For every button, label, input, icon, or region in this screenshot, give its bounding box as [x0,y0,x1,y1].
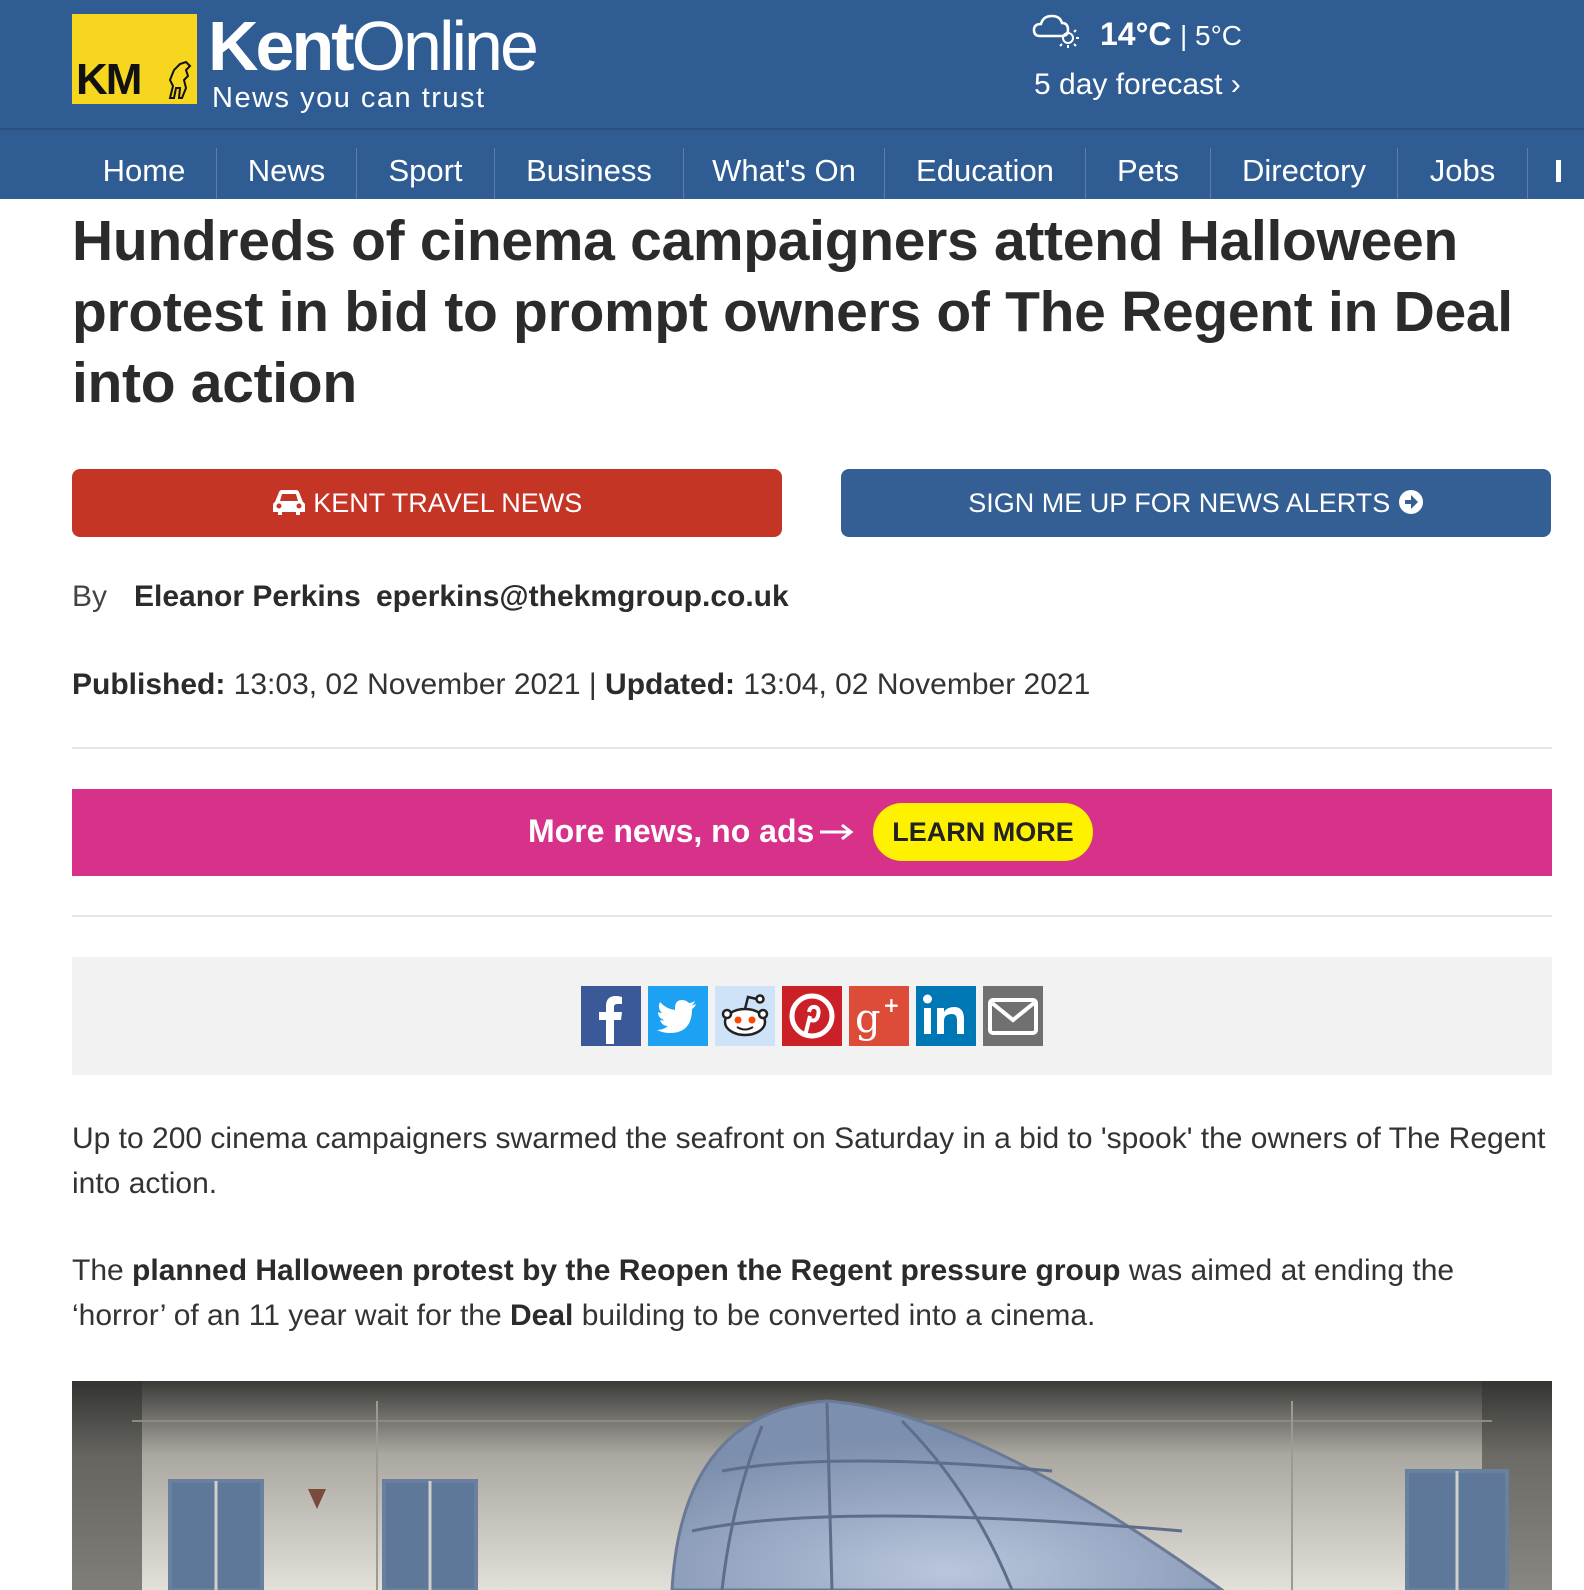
updated-value: 13:04, 02 November 2021 [735,668,1091,701]
car-icon [272,489,305,515]
learn-more-button[interactable]: LEARN MORE [873,803,1093,861]
divider [72,915,1552,917]
linkedin-icon[interactable] [916,986,976,1046]
cloud-sun-icon [1032,14,1079,48]
km-logo[interactable]: KM [72,14,197,104]
svg-text:+: + [883,993,900,1017]
nav-divider [1527,148,1528,199]
nav-item-business[interactable]: Business [495,130,683,199]
arrow-right-icon [820,823,854,841]
publish-dates: Published: 13:03, 02 November 2021 | Upd… [72,668,1090,702]
brand-kent: Kent [208,7,355,85]
article-paragraph: Up to 200 cinema campaigners swarmed the… [72,1122,1546,1200]
km-logo-text: KM [76,55,142,104]
tagline: News you can trust [212,82,486,114]
byline-by: By [72,580,108,613]
main-nav: Home News Sport Business What's On Educa… [0,128,1584,199]
twitter-icon[interactable] [648,986,708,1046]
invicta-horse-icon [168,60,192,99]
nav-item-directory[interactable]: Directory [1211,130,1397,199]
brand-online: Online [351,7,539,85]
share-bar: g + [72,957,1552,1075]
author-name[interactable]: Eleanor Perkins [134,580,361,614]
divider [72,747,1552,749]
article-photo [72,1381,1552,1590]
article-headline: Hundreds of cinema campaigners attend Ha… [72,209,1513,415]
paragraph-text: building to be converted into a cinema. [573,1299,1096,1332]
temperature-separator: | [1180,20,1188,51]
svg-text:g: g [855,996,881,1042]
article-paragraph: The planned Halloween protest by the Reo… [72,1248,1552,1338]
news-alerts-signup-button[interactable]: SIGN ME UP FOR NEWS ALERTS [841,469,1551,537]
google-plus-icon[interactable]: g + [849,986,909,1046]
facebook-icon[interactable] [581,986,641,1046]
no-ads-promo-banner: More news, no ads LEARN MORE [72,789,1552,876]
deal-link-text: Deal [510,1299,574,1332]
nav-item-news[interactable]: News [217,130,356,199]
nav-overflow-edge [1556,160,1561,182]
author-email[interactable]: eperkins@thekmgroup.co.uk [376,580,789,614]
temperature-low: 5°C [1195,20,1242,51]
reopen-regent-link[interactable]: planned Halloween protest by the Reopen … [132,1254,1120,1287]
arrow-circle-right-icon [1398,489,1423,514]
byline: By Eleanor Perkins eperkins@thekmgroup.c… [72,580,789,614]
news-alerts-label: SIGN ME UP FOR NEWS ALERTS [968,488,1391,518]
kent-travel-news-label: KENT TRAVEL NEWS [313,488,583,518]
brand-wordmark[interactable]: KentOnline News you can trust [208,7,539,114]
nav-item-jobs[interactable]: Jobs [1398,130,1527,199]
nav-item-whats-on[interactable]: What's On [684,130,884,199]
published-label: Published: [72,668,226,701]
promo-text: More news, no ads [528,813,815,849]
published-value: 13:03, 02 November 2021 | [225,668,606,701]
five-day-forecast-link[interactable]: 5 day forecast › [1034,68,1241,102]
paragraph-text: The [72,1254,133,1287]
reopen-regent-link-text: planned Halloween protest by the Reopen … [132,1254,1121,1287]
updated-label: Updated: [605,668,736,701]
kent-travel-news-button[interactable]: KENT TRAVEL NEWS [72,469,782,537]
nav-item-pets[interactable]: Pets [1086,130,1210,199]
pinterest-icon[interactable] [782,986,842,1046]
email-icon[interactable] [983,986,1043,1046]
regent-building-photo [72,1381,1552,1590]
site-header: KM KentOnline News you can trust 14°C | … [0,0,1584,128]
nav-item-sport[interactable]: Sport [357,130,494,199]
nav-item-home[interactable]: Home [72,130,216,199]
nav-item-education[interactable]: Education [885,130,1085,199]
temperature-high: 14°C [1100,16,1172,52]
deal-link[interactable]: Deal [510,1299,573,1332]
reddit-icon[interactable] [715,986,775,1046]
